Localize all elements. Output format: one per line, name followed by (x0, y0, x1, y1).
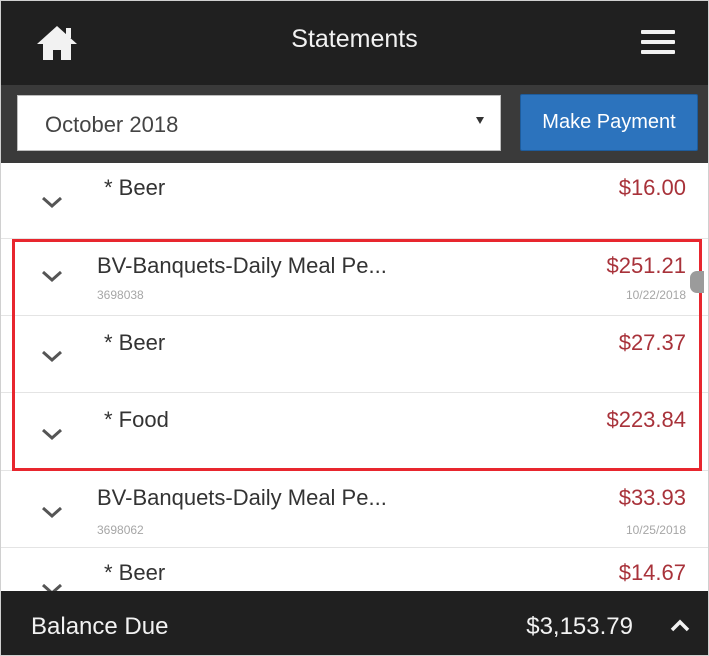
list-item[interactable]: BV-Banquets-Daily Meal Pe... $251.21 369… (1, 239, 708, 316)
chevron-up-icon[interactable] (669, 619, 691, 633)
month-select[interactable]: October 2018 (17, 95, 501, 151)
balance-bar[interactable]: Balance Due $3,153.79 (1, 591, 708, 655)
item-amount: $14.67 (618, 560, 686, 585)
chevron-down-icon[interactable] (41, 582, 63, 591)
item-date: 10/25/2018 (625, 523, 686, 537)
scrollbar-thumb[interactable] (690, 271, 704, 293)
item-description: * Food (104, 407, 169, 432)
item-description: * Beer (104, 330, 166, 355)
item-description: * Beer (104, 175, 166, 200)
item-description: BV-Banquets-Daily Meal Pe... (97, 253, 387, 278)
page-title: Statements (291, 25, 418, 53)
chevron-down-icon[interactable] (41, 269, 63, 283)
make-payment-button[interactable]: Make Payment (520, 94, 698, 151)
item-amount: $16.00 (618, 175, 686, 200)
app-header: Statements (1, 1, 708, 85)
chevron-down-icon[interactable] (41, 505, 63, 519)
item-amount: $27.37 (618, 330, 686, 355)
dropdown-caret-icon (476, 117, 484, 124)
chevron-down-icon[interactable] (41, 349, 63, 363)
chevron-down-icon[interactable] (41, 427, 63, 441)
balance-label: Balance Due (31, 613, 169, 640)
item-description: * Beer (104, 560, 166, 585)
list-item[interactable]: * Beer $27.37 (1, 316, 708, 393)
balance-value: $3,153.79 (526, 613, 633, 640)
statement-toolbar: October 2018 Make Payment (1, 85, 708, 163)
item-amount: $33.93 (618, 485, 686, 510)
app-frame: Statements October 2018 Make Payment * B… (0, 0, 709, 656)
hamburger-menu-icon[interactable] (637, 28, 679, 58)
item-reference: 3698038 (97, 288, 144, 302)
chevron-down-icon[interactable] (41, 195, 63, 209)
list-item[interactable]: BV-Banquets-Daily Meal Pe... $33.93 3698… (1, 471, 708, 548)
item-description: BV-Banquets-Daily Meal Pe... (97, 485, 387, 510)
item-amount: $251.21 (606, 253, 686, 278)
item-amount: $223.84 (606, 407, 686, 432)
month-select-value: October 2018 (45, 112, 179, 137)
statement-list: * Beer $16.00 BV-Banquets-Daily Meal Pe.… (1, 163, 708, 591)
list-item[interactable]: * Beer $16.00 (1, 163, 708, 239)
list-item[interactable]: * Food $223.84 (1, 393, 708, 471)
list-item[interactable]: * Beer $14.67 (1, 548, 708, 591)
item-date: 10/22/2018 (625, 288, 686, 302)
item-reference: 3698062 (97, 523, 144, 537)
